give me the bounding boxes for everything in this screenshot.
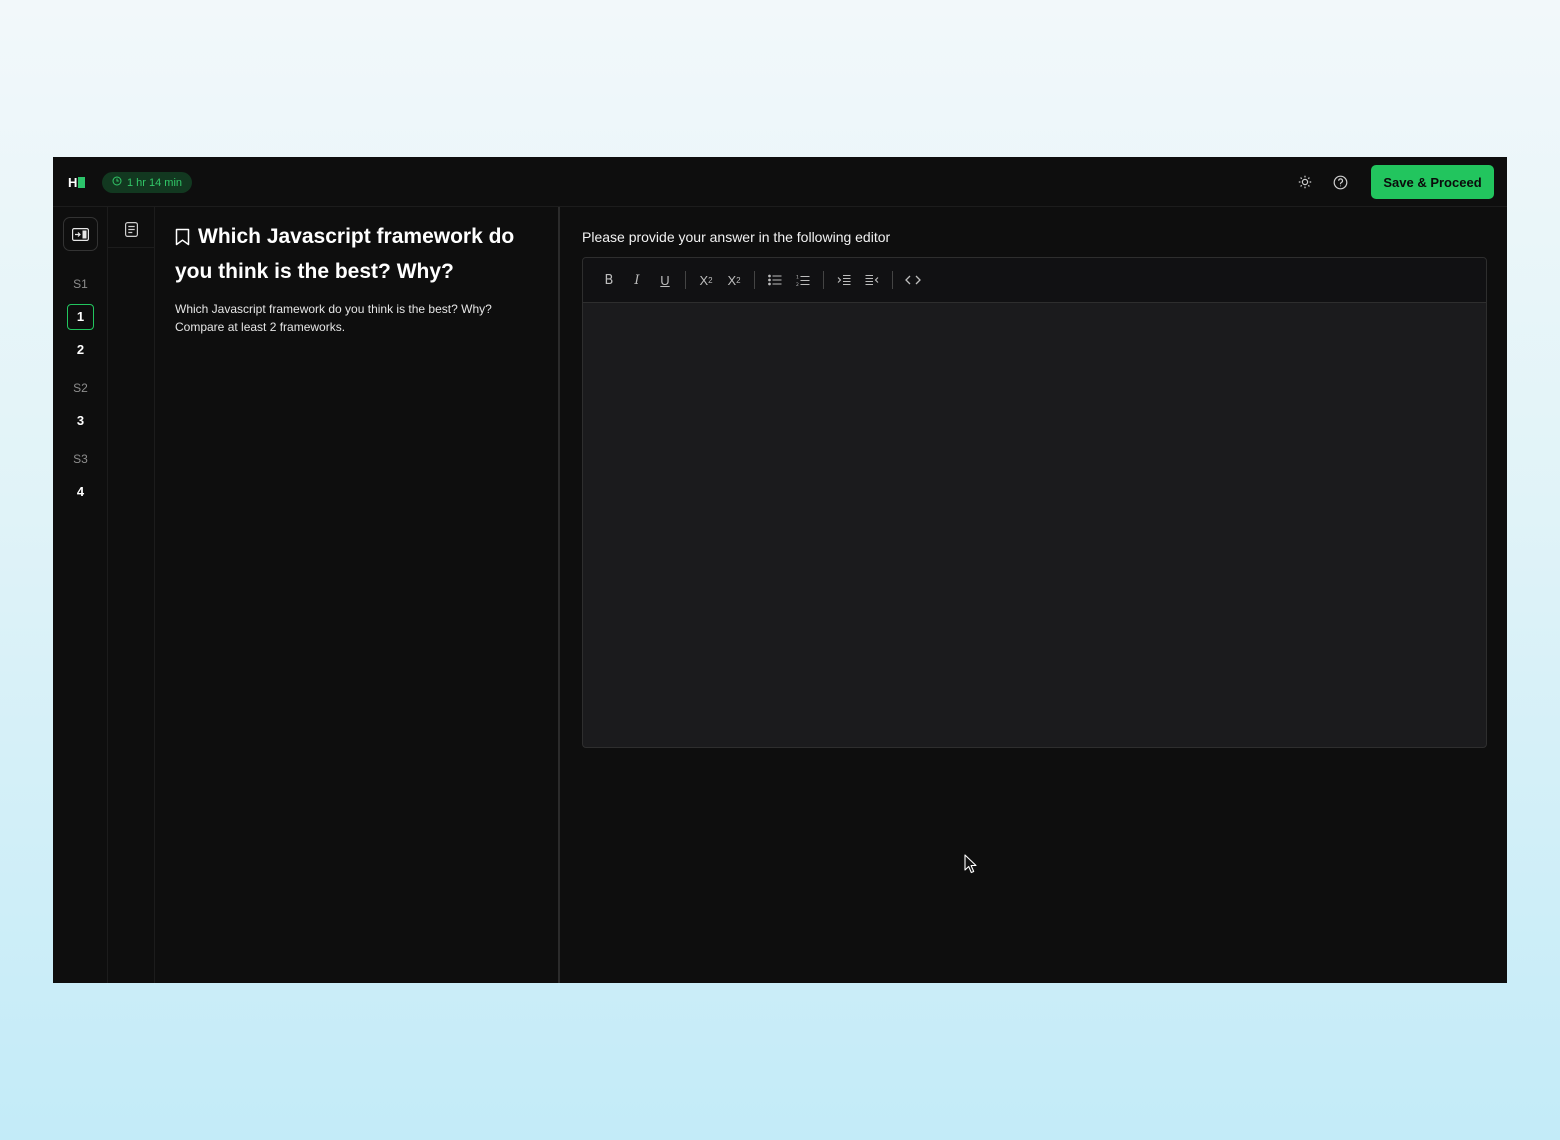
indent-icon[interactable]: [830, 266, 858, 294]
superscript-icon[interactable]: X2: [692, 266, 720, 294]
toggle-panel-button[interactable]: [63, 217, 98, 251]
toolbar-divider: [754, 271, 755, 289]
rich-text-editor: B I U X2 X2 12: [582, 257, 1487, 748]
timer-badge: 1 hr 14 min: [102, 172, 193, 193]
outdent-icon[interactable]: [858, 266, 886, 294]
clock-icon: [112, 176, 122, 189]
editor-toolbar: B I U X2 X2 12: [583, 258, 1486, 303]
secondary-rail: [108, 207, 155, 983]
toolbar-divider: [892, 271, 893, 289]
section-label-s3: S3: [73, 452, 88, 466]
question-title-text: Which Javascript framework do you think …: [175, 225, 515, 283]
section-label-s1: S1: [73, 277, 88, 291]
timer-text: 1 hr 14 min: [127, 176, 183, 189]
section-label-s2: S2: [73, 381, 88, 395]
question-title: Which Javascript framework do you think …: [175, 221, 538, 288]
answer-label: Please provide your answer in the follow…: [582, 229, 891, 245]
logo-text: H: [68, 174, 78, 190]
question-nav-4[interactable]: 4: [67, 479, 94, 505]
logo: H: [68, 174, 86, 190]
mouse-cursor-icon: [964, 854, 978, 879]
question-body: Which Javascript framework do you think …: [175, 302, 492, 334]
save-proceed-button[interactable]: Save & Proceed: [1371, 165, 1494, 199]
help-icon[interactable]: [1331, 173, 1349, 191]
panel-toggle-icon: [72, 227, 89, 241]
editor-text-area[interactable]: [583, 303, 1486, 747]
bookmark-icon[interactable]: [175, 224, 190, 256]
question-nav-1[interactable]: 1: [67, 304, 94, 330]
bullet-list-icon[interactable]: [761, 266, 789, 294]
numbered-list-icon[interactable]: 12: [789, 266, 817, 294]
question-nav-3[interactable]: 3: [67, 408, 94, 434]
code-icon[interactable]: [899, 266, 927, 294]
underline-icon[interactable]: U: [651, 266, 679, 294]
italic-icon[interactable]: I: [623, 266, 651, 294]
subscript-icon[interactable]: X2: [720, 266, 748, 294]
question-list-icon[interactable]: [121, 220, 141, 238]
toolbar-divider: [823, 271, 824, 289]
toolbar-divider: [685, 271, 686, 289]
question-panel: Which Javascript framework do you think …: [155, 207, 560, 983]
sun-icon[interactable]: [1296, 173, 1314, 191]
assessment-app: H 1 hr 14 min Save & Proceed S1 1 2 S2 3…: [53, 157, 1507, 983]
svg-text:1: 1: [796, 274, 799, 280]
svg-text:2: 2: [796, 282, 799, 287]
top-bar: H 1 hr 14 min Save & Proceed: [53, 157, 1507, 207]
question-navigator: S1 1 2 S2 3 S3 4: [53, 207, 108, 983]
bold-icon[interactable]: B: [595, 266, 623, 294]
answer-panel: Please provide your answer in the follow…: [560, 207, 1507, 983]
question-nav-2[interactable]: 2: [67, 337, 94, 363]
